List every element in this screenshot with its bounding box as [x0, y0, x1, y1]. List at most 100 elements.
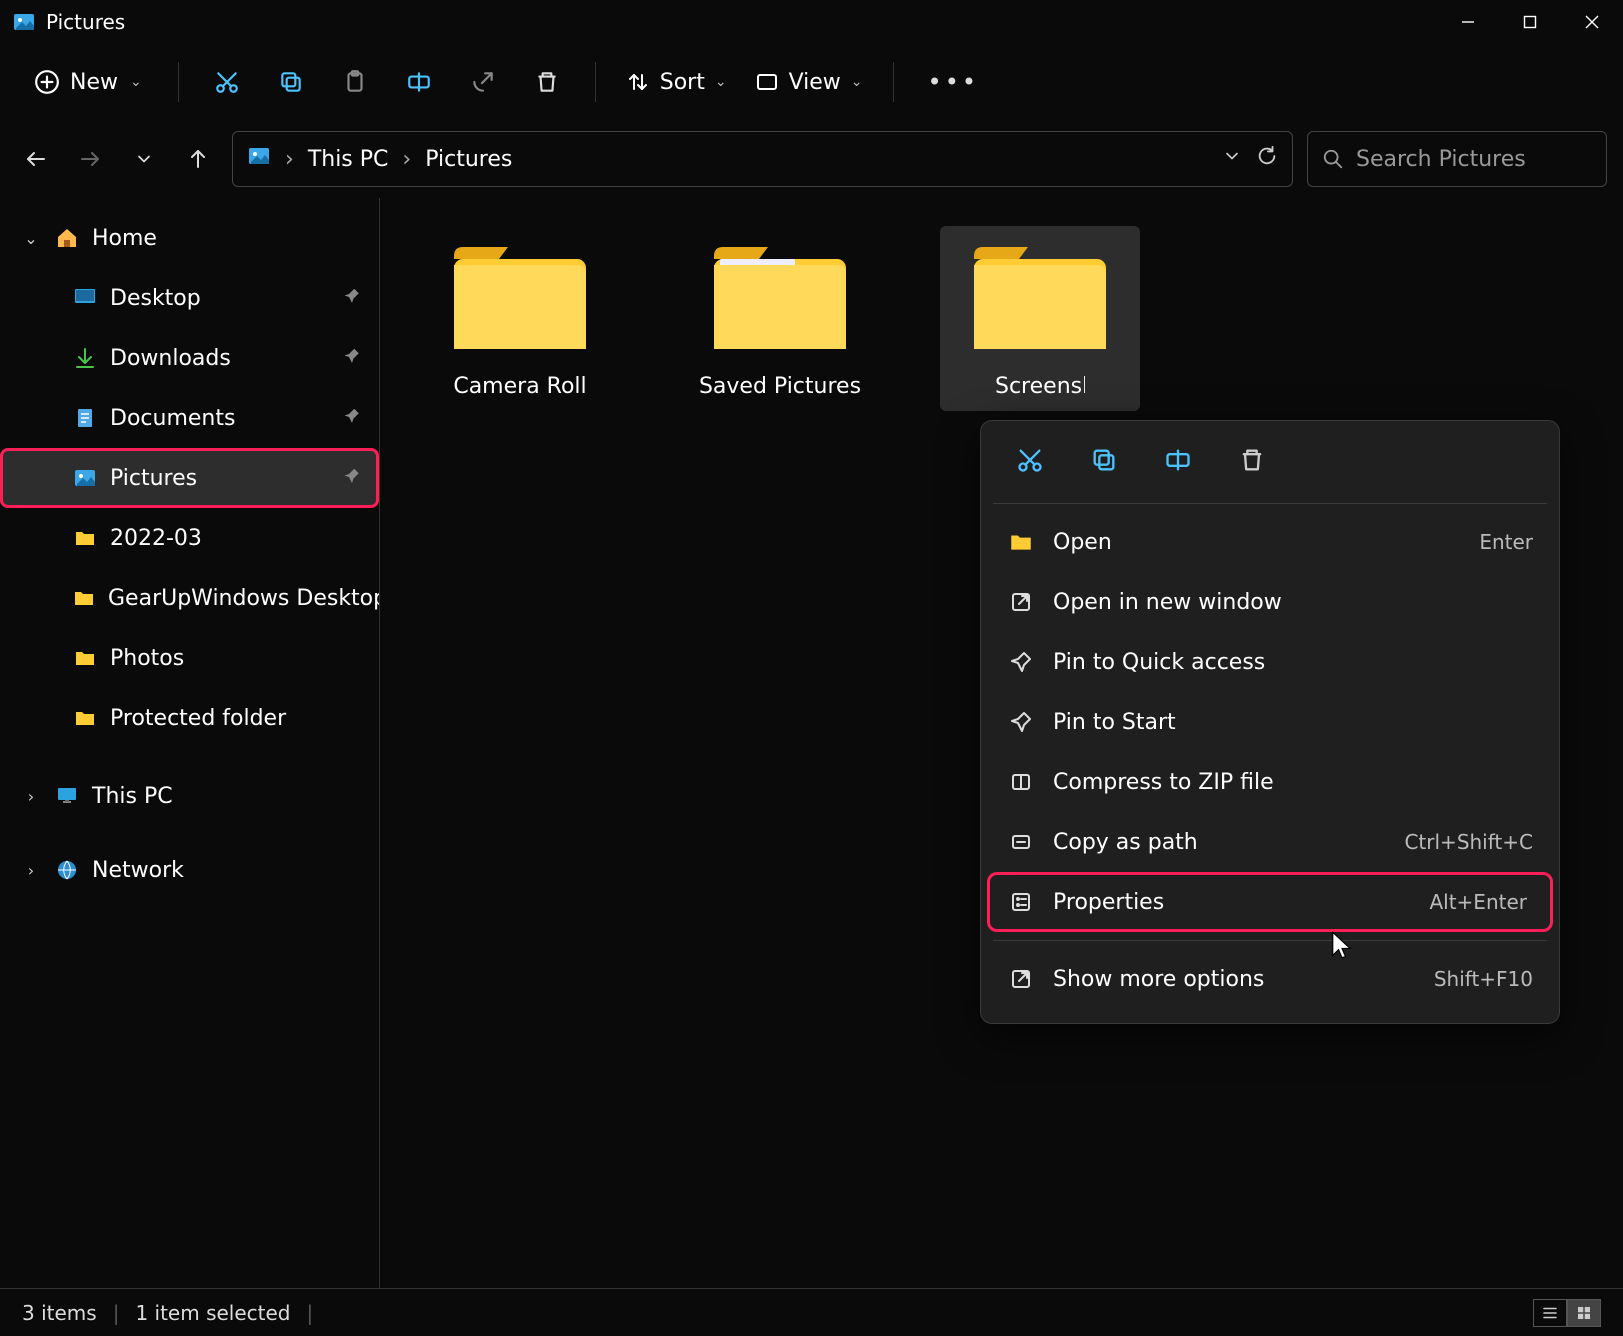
copy-icon[interactable]	[1083, 439, 1125, 481]
rename-icon[interactable]	[391, 54, 447, 110]
sidebar-item-label: Protected folder	[110, 706, 286, 731]
search-input[interactable]: Search Pictures	[1307, 131, 1607, 187]
context-show-more[interactable]: Show more options Shift+F10	[981, 949, 1559, 1009]
folder-icon	[1007, 528, 1035, 556]
up-button[interactable]	[178, 139, 218, 179]
context-open-new-window[interactable]: Open in new window	[981, 572, 1559, 632]
sidebar-item-label: Downloads	[110, 346, 231, 371]
desktop-icon	[72, 285, 98, 311]
rename-icon[interactable]	[1157, 439, 1199, 481]
chevron-right-icon[interactable]: ›	[20, 787, 42, 806]
sidebar-item-label: Desktop	[110, 286, 201, 311]
back-button[interactable]	[16, 139, 56, 179]
sidebar-item-network[interactable]: › Network	[0, 840, 379, 900]
close-button[interactable]	[1561, 0, 1623, 44]
pin-icon	[343, 466, 361, 491]
view-mode-toggle	[1533, 1299, 1601, 1327]
new-button[interactable]: New ⌄	[18, 59, 158, 105]
sidebar-item-label: GearUpWindows Desktop	[108, 586, 379, 611]
view-button[interactable]: View ⌄	[745, 70, 873, 95]
sidebar-item-protected[interactable]: Protected folder	[0, 688, 379, 748]
sidebar-item-thispc[interactable]: › This PC	[0, 766, 379, 826]
sidebar-item-2022-03[interactable]: 2022-03	[0, 508, 379, 568]
context-pin-start[interactable]: Pin to Start	[981, 692, 1559, 752]
titlebar: Pictures	[0, 0, 1623, 44]
refresh-icon[interactable]	[1256, 145, 1278, 173]
documents-icon	[72, 405, 98, 431]
sidebar-item-desktop[interactable]: Desktop	[0, 268, 379, 328]
view-label: View	[789, 70, 841, 95]
path-icon	[1007, 828, 1035, 856]
context-item-label: Copy as path	[1053, 830, 1198, 855]
forward-button[interactable]	[70, 139, 110, 179]
address-dropdown-icon[interactable]	[1222, 146, 1242, 172]
status-item-count: 3 items	[22, 1301, 97, 1325]
sidebar-item-pictures[interactable]: Pictures	[0, 448, 379, 508]
sort-button[interactable]: Sort ⌄	[616, 70, 737, 95]
pin-icon	[343, 286, 361, 311]
folder-label: Saved Pictures	[699, 374, 861, 399]
folder-icon	[72, 525, 98, 551]
new-button-label: New	[70, 70, 118, 95]
pictures-app-icon	[12, 10, 36, 34]
properties-icon	[1007, 888, 1035, 916]
context-item-label: Pin to Start	[1053, 710, 1176, 735]
folder-saved-pictures[interactable]: Saved Pictures	[680, 226, 880, 411]
copy-icon[interactable]	[263, 54, 319, 110]
status-selected-count: 1 item selected	[135, 1301, 290, 1325]
sidebar-item-label: This PC	[92, 784, 173, 809]
more-button[interactable]: •••	[914, 68, 993, 96]
chevron-down-icon[interactable]: ⌄	[20, 229, 42, 248]
zip-icon	[1007, 768, 1035, 796]
context-compress-zip[interactable]: Compress to ZIP file	[981, 752, 1559, 812]
folder-screenshots[interactable]: Screenshots	[940, 226, 1140, 411]
context-divider	[993, 940, 1547, 941]
sidebar-item-label: 2022-03	[110, 526, 202, 551]
icons-view-button[interactable]	[1567, 1299, 1601, 1327]
history-button[interactable]	[124, 139, 164, 179]
folder-icon	[72, 585, 96, 611]
sidebar-item-gearupwindows[interactable]: GearUpWindows Desktop	[0, 568, 379, 628]
address-bar[interactable]: › This PC › Pictures	[232, 131, 1293, 187]
paste-icon[interactable]	[327, 54, 383, 110]
chevron-down-icon: ⌄	[715, 74, 727, 90]
delete-icon[interactable]	[1231, 439, 1273, 481]
cut-icon[interactable]	[199, 54, 255, 110]
context-item-label: Properties	[1053, 890, 1164, 915]
details-view-button[interactable]	[1533, 1299, 1567, 1327]
sidebar-item-photos[interactable]: Photos	[0, 628, 379, 688]
sidebar-item-label: Home	[92, 226, 157, 251]
context-shortcut: Enter	[1479, 530, 1533, 554]
maximize-button[interactable]	[1499, 0, 1561, 44]
share-icon[interactable]	[455, 54, 511, 110]
context-shortcut: Ctrl+Shift+C	[1404, 830, 1533, 854]
search-icon	[1322, 148, 1344, 170]
context-copy-path[interactable]: Copy as path Ctrl+Shift+C	[981, 812, 1559, 872]
folder-grid: Camera Roll Saved Pictures	[420, 226, 1583, 411]
context-pin-quick-access[interactable]: Pin to Quick access	[981, 632, 1559, 692]
pin-icon	[343, 406, 361, 431]
toolbar: New ⌄ Sort ⌄ View ⌄	[0, 44, 1623, 120]
chevron-down-icon: ⌄	[130, 74, 142, 90]
context-properties[interactable]: Properties Alt+Enter	[987, 872, 1553, 932]
context-icon-row	[981, 435, 1559, 495]
nav-row: › This PC › Pictures Search Pictures	[0, 120, 1623, 198]
context-open[interactable]: Open Enter	[981, 512, 1559, 572]
sidebar-item-downloads[interactable]: Downloads	[0, 328, 379, 388]
folder-camera-roll[interactable]: Camera Roll	[420, 226, 620, 411]
context-item-label: Pin to Quick access	[1053, 650, 1265, 675]
breadcrumb-arrow-icon: ›	[402, 147, 411, 172]
cut-icon[interactable]	[1009, 439, 1051, 481]
delete-icon[interactable]	[519, 54, 575, 110]
breadcrumb-seg-0[interactable]: This PC	[308, 147, 389, 172]
sidebar-item-documents[interactable]: Documents	[0, 388, 379, 448]
explorer-window: Pictures New ⌄	[0, 0, 1623, 1336]
sidebar-item-home[interactable]: ⌄ Home	[0, 208, 379, 268]
network-icon	[54, 857, 80, 883]
minimize-button[interactable]	[1437, 0, 1499, 44]
chevron-down-icon: ⌄	[851, 74, 863, 90]
chevron-right-icon[interactable]: ›	[20, 861, 42, 880]
window-title: Pictures	[46, 10, 125, 34]
breadcrumb-seg-1[interactable]: Pictures	[425, 147, 512, 172]
folder-label: Screenshots	[995, 374, 1085, 399]
